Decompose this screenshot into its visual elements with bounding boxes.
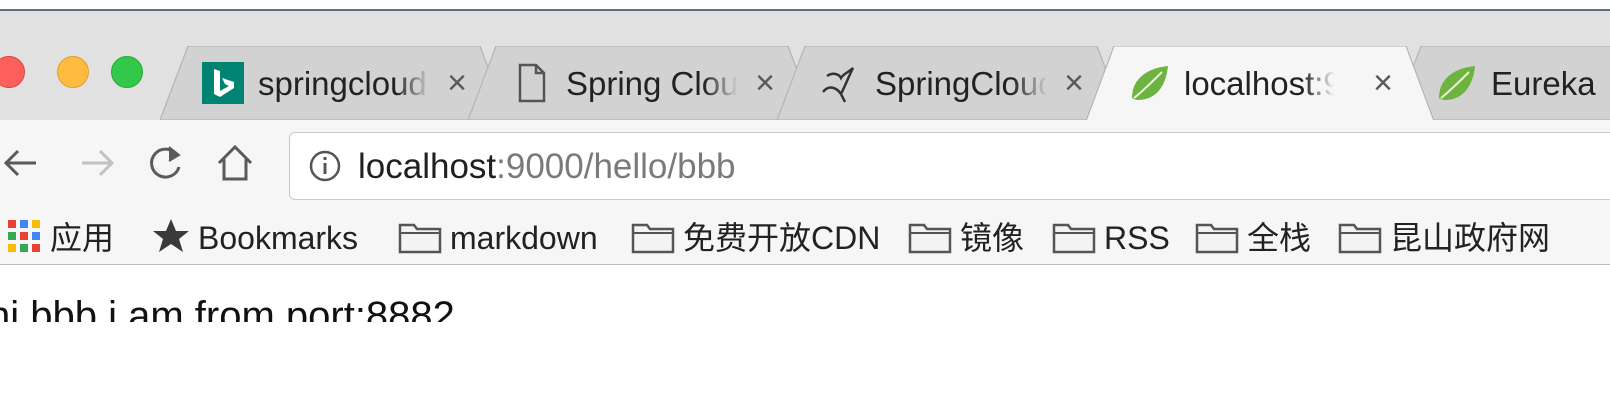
address-bar[interactable]: localhost:9000/hello/bbb [289, 132, 1610, 200]
tab-title: springcloud [258, 65, 427, 102]
tab-springcloud-2[interactable]: SpringCloud × [777, 46, 1125, 120]
bookmark-fullstack[interactable]: 全栈 [1195, 216, 1311, 260]
bing-icon [202, 62, 244, 104]
page-body-text: hi bbb i am from port:8882 [0, 294, 455, 322]
tab-title: localhost:9000 [1184, 65, 1334, 102]
folder-icon [1195, 222, 1239, 254]
home-button[interactable] [213, 141, 257, 185]
apps-grid-icon [6, 218, 42, 259]
zoom-window-button[interactable] [111, 56, 143, 88]
bookmark-label: RSS [1104, 220, 1170, 256]
bookmark-label: 免费开放CDN [683, 220, 881, 256]
reload-button[interactable] [143, 141, 187, 185]
folder-icon [631, 222, 675, 254]
info-icon[interactable] [309, 150, 341, 182]
bookmark-label: 全栈 [1247, 220, 1312, 256]
bookmark-label: 应用 [50, 220, 115, 256]
page-content: hi bbb i am from port:8882 [0, 265, 1610, 322]
bookmark-kunshan[interactable]: 昆山政府网 [1338, 216, 1550, 260]
folder-icon [398, 222, 442, 254]
url-text[interactable]: localhost:9000/hello/bbb [358, 145, 736, 189]
tab-title: Eureka [1491, 65, 1596, 102]
bookmark-cdn[interactable]: 免费开放CDN [631, 216, 880, 260]
back-button[interactable] [0, 141, 44, 185]
folder-icon [1338, 222, 1382, 254]
bookmark-mirror[interactable]: 镜像 [908, 216, 1024, 260]
bird-icon [819, 62, 861, 104]
bookmark-bookmarks[interactable]: Bookmarks [152, 216, 358, 260]
tab-localhost[interactable]: localhost:9000 × [1086, 46, 1434, 121]
url-path: :9000/hello/bbb [496, 147, 736, 186]
bookmark-markdown[interactable]: markdown [398, 216, 598, 260]
tab-close-button[interactable]: × [750, 66, 780, 100]
tab-title: Spring Cloud [566, 65, 738, 102]
spring-leaf-icon [1128, 62, 1170, 104]
tab-close-button[interactable]: × [1368, 66, 1398, 100]
bookmark-rss[interactable]: RSS [1052, 216, 1170, 260]
bookmark-label: markdown [450, 220, 598, 256]
close-window-button[interactable] [0, 56, 25, 88]
bookmark-apps[interactable]: 应用 [6, 216, 114, 260]
url-host: localhost [358, 147, 497, 186]
window-top-edge [0, 0, 1610, 11]
bookmark-label: 镜像 [960, 220, 1025, 256]
browser-chrome: springcloud × Spring Cloud × SpringCloud… [0, 11, 1610, 264]
tab-springcloud[interactable]: springcloud × [160, 46, 508, 120]
spring-leaf-icon [1435, 62, 1477, 104]
document-icon [510, 62, 552, 104]
tab-close-button[interactable]: × [1059, 66, 1089, 100]
tab-title: SpringCloud [875, 65, 1047, 102]
forward-button[interactable] [74, 141, 118, 185]
star-icon [152, 217, 190, 260]
tab-spring-cloud[interactable]: Spring Cloud × [468, 46, 816, 120]
folder-icon [908, 222, 952, 254]
minimize-window-button[interactable] [57, 56, 89, 88]
bookmark-label: 昆山政府网 [1390, 220, 1551, 256]
bookmark-label: Bookmarks [198, 220, 359, 256]
folder-icon [1052, 222, 1096, 254]
